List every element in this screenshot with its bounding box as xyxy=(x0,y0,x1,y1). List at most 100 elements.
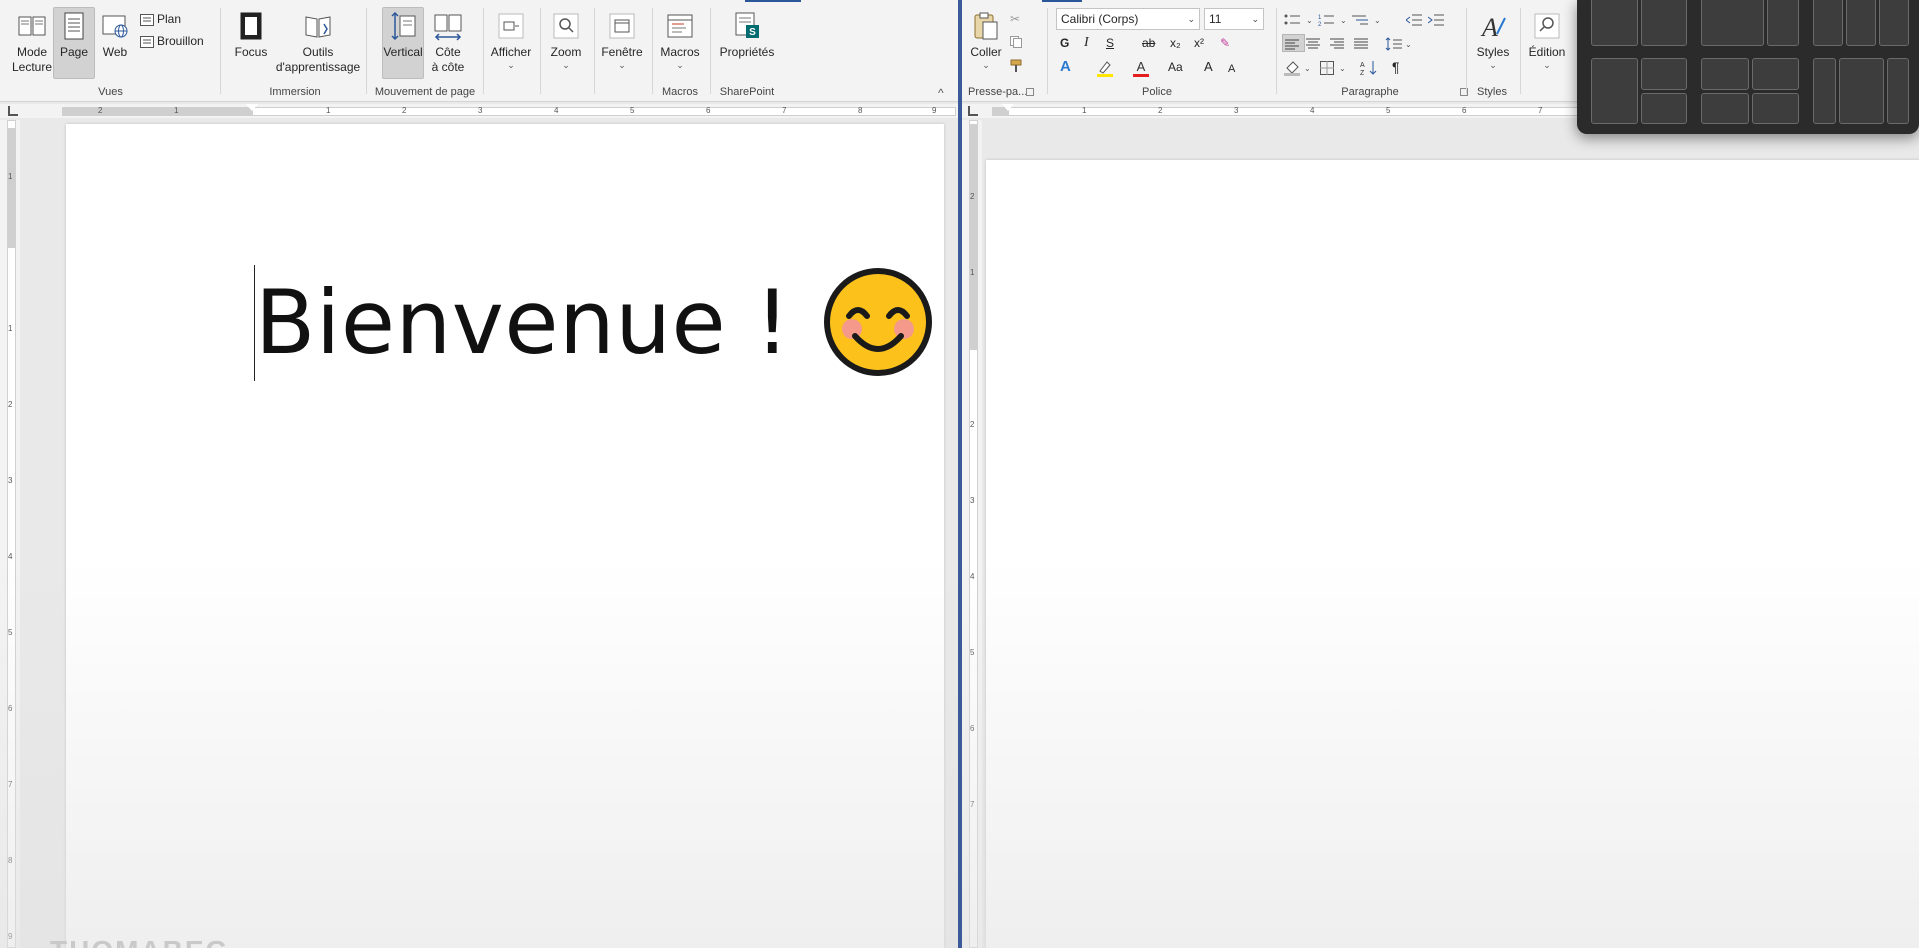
snap-zone[interactable] xyxy=(1701,0,1765,46)
multilevel-list-icon[interactable]: ⌄ xyxy=(1352,10,1385,28)
ruler-number: 4 xyxy=(8,552,13,561)
strikethrough-button[interactable]: ab xyxy=(1142,34,1155,52)
plan-view-button[interactable]: Plan xyxy=(140,10,181,28)
vertical-scroll-icon xyxy=(391,11,416,41)
clipboard-dialog-launcher-icon[interactable] xyxy=(1026,88,1034,96)
snap-zone[interactable] xyxy=(1838,58,1884,124)
snap-zone[interactable] xyxy=(1813,0,1843,46)
snap-zone[interactable] xyxy=(1767,0,1799,46)
snap-zone[interactable] xyxy=(1751,92,1799,124)
window-button[interactable]: Fenêtre ⌄ xyxy=(598,8,646,70)
macros-group-label: Macros xyxy=(661,86,699,98)
align-right-icon[interactable] xyxy=(1330,34,1347,52)
numbering-icon[interactable]: 1 2 ⌄ xyxy=(1318,10,1351,28)
ruler-number: 3 xyxy=(970,496,975,505)
bullets-icon[interactable]: ⌄ xyxy=(1284,10,1317,28)
snap-layout-center-wide[interactable] xyxy=(1813,58,1909,124)
snap-zone[interactable] xyxy=(1751,58,1799,90)
window-icon xyxy=(609,13,635,39)
side-by-side-label-1: Côte xyxy=(435,45,461,59)
underline-button[interactable]: S xyxy=(1106,34,1114,52)
document-page[interactable] xyxy=(66,124,944,948)
snap-layout-main-and-stack[interactable] xyxy=(1591,58,1687,124)
decrease-indent-icon[interactable] xyxy=(1405,10,1425,28)
highlight-color-button[interactable] xyxy=(1096,58,1117,77)
subscript-button[interactable]: x₂ xyxy=(1170,34,1181,52)
snap-layout-thirds[interactable] xyxy=(1813,0,1909,46)
learning-tools-button[interactable]: Outils d'apprentissage xyxy=(272,8,364,75)
shrink-font-button[interactable]: A xyxy=(1228,60,1235,78)
collapse-ribbon-icon[interactable]: ^ xyxy=(938,84,944,102)
editing-button[interactable]: Édition ⌄ xyxy=(1524,8,1570,70)
snap-zone[interactable] xyxy=(1886,58,1909,124)
side-by-side-button[interactable]: Côte à côte xyxy=(428,8,468,75)
page-movement-group: Vertical Côte à côte Mouvement de page xyxy=(370,4,480,98)
focus-button[interactable]: Focus xyxy=(230,8,272,60)
snap-zone[interactable] xyxy=(1813,58,1836,124)
snap-layout-halves[interactable] xyxy=(1591,0,1687,46)
document-heading-text[interactable]: Bienvenue ! xyxy=(255,271,790,374)
document-page[interactable] xyxy=(986,160,1919,948)
snap-zone[interactable] xyxy=(1640,58,1687,90)
styles-button[interactable]: A Styles ⌄ xyxy=(1470,8,1516,70)
shading-icon[interactable]: ⌄ xyxy=(1284,58,1315,76)
page-view-button[interactable]: Page xyxy=(53,7,95,79)
brouillon-view-button[interactable]: Brouillon xyxy=(140,32,204,50)
tab-selector-icon[interactable] xyxy=(968,106,978,116)
first-line-indent-handle[interactable] xyxy=(246,104,258,111)
line-spacing-icon[interactable]: ⌄ xyxy=(1384,34,1415,52)
ruler-number: 3 xyxy=(1234,106,1239,115)
snap-zone[interactable] xyxy=(1640,92,1687,124)
svg-text:⌄: ⌄ xyxy=(1374,16,1381,25)
ruler-number: 2 xyxy=(1158,106,1163,115)
cut-icon[interactable]: ✂ xyxy=(1010,10,1020,28)
svg-text:1: 1 xyxy=(1318,15,1322,21)
tab-selector-icon[interactable] xyxy=(8,106,18,116)
bold-button[interactable]: G xyxy=(1060,34,1069,52)
snap-zone[interactable] xyxy=(1640,0,1687,46)
macros-group: Macros ⌄ Macros xyxy=(654,4,706,98)
document-text-line[interactable]: Bienvenue ! xyxy=(255,262,934,382)
macros-button[interactable]: Macros ⌄ xyxy=(656,8,704,70)
format-painter-icon[interactable] xyxy=(1010,56,1027,74)
zoom-button[interactable]: Zoom ⌄ xyxy=(544,8,588,70)
increase-indent-icon[interactable] xyxy=(1427,10,1447,28)
text-effects-icon[interactable]: A xyxy=(1060,58,1071,76)
ruler-number: 7 xyxy=(782,106,787,115)
vertical-button[interactable]: Vertical xyxy=(382,7,424,79)
snap-layout-quarters[interactable] xyxy=(1701,58,1799,124)
web-view-button[interactable]: Web xyxy=(98,8,132,60)
italic-button[interactable]: I xyxy=(1084,34,1089,52)
align-center-icon[interactable] xyxy=(1306,34,1323,52)
mode-lecture-button[interactable]: Mode Lecture xyxy=(10,8,54,75)
brouillon-label: Brouillon xyxy=(157,34,204,48)
first-line-indent-handle[interactable] xyxy=(1002,104,1014,111)
grow-font-button[interactable]: A xyxy=(1204,58,1213,76)
justify-icon[interactable] xyxy=(1354,34,1371,52)
snap-zone[interactable] xyxy=(1591,58,1638,124)
snap-layout-two-thirds[interactable] xyxy=(1701,0,1799,46)
pilcrow-show-marks-button[interactable]: ¶ xyxy=(1392,58,1400,76)
clear-formatting-icon[interactable]: ✎ xyxy=(1220,34,1230,52)
left-word-window: Mode Lecture Page Web Plan Brouillon Vue… xyxy=(0,0,958,948)
font-name-dropdown[interactable]: Calibri (Corps) ⌄ xyxy=(1056,8,1200,30)
copy-icon[interactable] xyxy=(1010,32,1025,50)
ruler-number: 2 xyxy=(970,420,975,429)
snap-zone[interactable] xyxy=(1701,58,1749,90)
align-left-icon[interactable] xyxy=(1282,34,1305,52)
ruler-number: 6 xyxy=(8,704,13,713)
font-color-button[interactable]: A xyxy=(1132,58,1153,77)
snap-zone[interactable] xyxy=(1701,92,1749,124)
font-size-dropdown[interactable]: 11 ⌄ xyxy=(1204,8,1264,30)
borders-icon[interactable]: ⌄ xyxy=(1320,58,1351,76)
snap-zone[interactable] xyxy=(1846,0,1876,46)
snap-zone[interactable] xyxy=(1879,0,1909,46)
snap-zone[interactable] xyxy=(1591,0,1638,46)
show-button[interactable]: Afficher ⌄ xyxy=(486,8,536,70)
sort-icon[interactable]: AZ xyxy=(1360,58,1381,77)
properties-button[interactable]: S Propriétés xyxy=(716,8,778,60)
learning-tools-icon xyxy=(305,16,331,38)
change-case-button[interactable]: Aa xyxy=(1168,58,1183,76)
paste-button[interactable]: Coller ⌄ xyxy=(966,8,1006,70)
superscript-button[interactable]: x² xyxy=(1194,34,1204,52)
